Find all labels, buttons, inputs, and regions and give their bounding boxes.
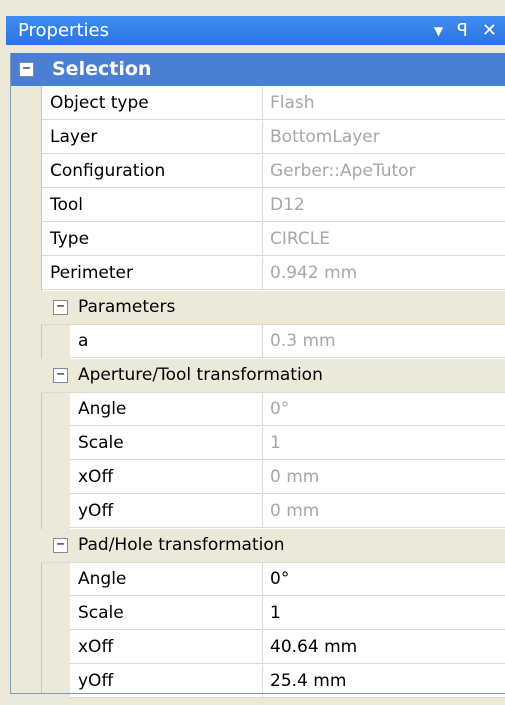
- panel-title-bar: Properties ▼ ꟼ ✕: [6, 16, 505, 45]
- panel-title: Properties: [18, 20, 109, 41]
- property-value[interactable]: 0 mm: [263, 495, 505, 528]
- property-row-aperture-yoff[interactable]: yOff 0 mm: [11, 495, 505, 529]
- row-indent: [42, 325, 70, 359]
- property-value[interactable]: 1: [263, 427, 505, 460]
- property-value[interactable]: D12: [263, 189, 505, 222]
- property-name: Tool: [42, 189, 263, 222]
- property-name: yOff: [70, 495, 263, 528]
- property-name: Type: [42, 223, 263, 256]
- row-indent: [42, 393, 70, 427]
- property-name: a: [70, 325, 263, 358]
- property-row-selection-layer[interactable]: Layer BottomLayer: [11, 121, 505, 155]
- category-label: Parameters: [78, 297, 176, 317]
- property-row-pad-xoff[interactable]: xOff 40.64 mm: [11, 631, 505, 665]
- property-row-selection-tool[interactable]: Tool D12: [11, 189, 505, 223]
- pin-icon[interactable]: ꟼ: [457, 21, 468, 40]
- collapse-icon[interactable]: −: [53, 538, 68, 553]
- property-name: Angle: [70, 393, 263, 426]
- property-value[interactable]: 1: [263, 597, 505, 630]
- collapse-icon[interactable]: −: [53, 368, 68, 383]
- property-name: Object type: [42, 87, 263, 120]
- category-parameters[interactable]: − Parameters: [41, 291, 505, 325]
- property-value[interactable]: 0.942 mm: [263, 257, 505, 290]
- property-value[interactable]: CIRCLE: [263, 223, 505, 256]
- row-indent: [42, 563, 70, 597]
- property-row-pad-scale[interactable]: Scale 1: [11, 597, 505, 631]
- property-grid: − Selection Object type Flash Layer BottomL…: [10, 53, 505, 699]
- close-icon[interactable]: ✕: [482, 21, 497, 40]
- title-buttons: ▼ ꟼ ✕: [434, 21, 505, 40]
- property-row-aperture-angle[interactable]: Angle 0°: [11, 393, 505, 427]
- category-aperture-transformation[interactable]: − Aperture/Tool transformation: [41, 359, 505, 393]
- collapse-icon[interactable]: −: [53, 300, 68, 315]
- property-value[interactable]: 40.64 mm: [263, 631, 505, 664]
- property-name: Perimeter: [42, 257, 263, 290]
- property-name: xOff: [70, 631, 263, 664]
- row-indent: [42, 461, 70, 495]
- property-row-selection-object-type[interactable]: Object type Flash: [11, 87, 505, 121]
- category-label: Selection: [52, 58, 152, 80]
- row-indent: [42, 631, 70, 665]
- property-row-pad-angle[interactable]: Angle 0°: [11, 563, 505, 597]
- property-value[interactable]: Gerber::ApeTutor: [263, 155, 505, 188]
- property-value[interactable]: 0°: [263, 563, 505, 596]
- collapse-icon[interactable]: −: [19, 62, 34, 77]
- property-name: Scale: [70, 597, 263, 630]
- property-name: Configuration: [42, 155, 263, 188]
- category-selection[interactable]: − Selection: [11, 53, 505, 86]
- category-label: Pad/Hole transformation: [78, 535, 285, 555]
- property-row-selection-perimeter[interactable]: Perimeter 0.942 mm: [11, 257, 505, 291]
- property-name: xOff: [70, 461, 263, 494]
- row-indent: [42, 495, 70, 529]
- property-value[interactable]: 0 mm: [263, 461, 505, 494]
- dropdown-icon[interactable]: ▼: [434, 22, 443, 40]
- grid-bottom-border: [10, 693, 505, 694]
- property-row-selection-configuration[interactable]: Configuration Gerber::ApeTutor: [11, 155, 505, 189]
- property-value[interactable]: BottomLayer: [263, 121, 505, 154]
- category-label: Aperture/Tool transformation: [78, 365, 323, 385]
- property-value[interactable]: 0.3 mm: [263, 325, 505, 358]
- property-name: Angle: [70, 563, 263, 596]
- property-row-aperture-xoff[interactable]: xOff 0 mm: [11, 461, 505, 495]
- properties-panel: Properties ▼ ꟼ ✕ − Selection Object type…: [0, 0, 505, 705]
- row-indent: [42, 427, 70, 461]
- property-name: Layer: [42, 121, 263, 154]
- property-value[interactable]: 0°: [263, 393, 505, 426]
- property-name: Scale: [70, 427, 263, 460]
- property-value[interactable]: Flash: [263, 87, 505, 120]
- row-indent: [42, 597, 70, 631]
- property-row-parameters-a[interactable]: a 0.3 mm: [11, 325, 505, 359]
- property-row-selection-type[interactable]: Type CIRCLE: [11, 223, 505, 257]
- property-row-aperture-scale[interactable]: Scale 1: [11, 427, 505, 461]
- category-pad-transformation[interactable]: − Pad/Hole transformation: [41, 529, 505, 563]
